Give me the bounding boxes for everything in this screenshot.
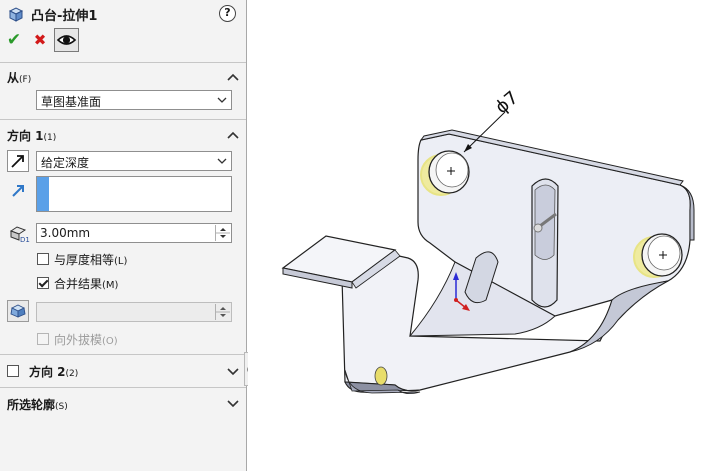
draft-icon <box>10 304 26 318</box>
extrude-boss-icon <box>8 7 24 22</box>
equal-thickness-checkbox[interactable] <box>37 253 49 265</box>
selected-contours-section-header[interactable]: 所选轮廓(S) <box>7 396 68 413</box>
separator <box>0 119 246 120</box>
sheet-metal-part-model[interactable]: ϕ7 <box>248 0 709 471</box>
chevron-down-icon <box>217 97 227 103</box>
spinner-arrows-icon <box>216 307 230 317</box>
depth-value: 3.00mm <box>40 226 91 240</box>
depth-spinner[interactable] <box>215 225 230 241</box>
chevron-down-icon[interactable] <box>226 366 240 376</box>
draft-outward-label: 向外拔模(O) <box>54 333 118 347</box>
end-condition-value: 给定深度 <box>41 156 90 170</box>
graphics-viewport[interactable]: ϕ7 <box>248 0 709 471</box>
direction-selection-box[interactable] <box>36 176 232 212</box>
detailed-preview-button[interactable] <box>54 28 79 52</box>
chevron-down-icon[interactable] <box>226 398 240 408</box>
svg-text:D1: D1 <box>20 236 30 244</box>
direction-vector-icon <box>12 185 24 197</box>
separator <box>0 387 246 388</box>
merge-result-label: 合并结果(M) <box>54 277 119 291</box>
draft-toggle-button[interactable] <box>7 300 29 322</box>
direction1-section-header[interactable]: 方向 1(1) <box>7 127 56 144</box>
diameter-dimension-label[interactable]: ϕ7 <box>491 87 522 118</box>
equal-thickness-label: 与厚度相等(L) <box>54 253 128 267</box>
depth-icon: D1 <box>9 226 30 244</box>
end-condition-dropdown[interactable]: 给定深度 <box>36 151 232 171</box>
ok-button[interactable]: ✔ <box>5 31 23 49</box>
property-manager-panel: 凸台-拉伸1 ? ✔ ✖ 从(F) 草图基准面 方向 1(1) 给定深度 D1 … <box>0 0 247 471</box>
panel-title: 凸台-拉伸1 <box>31 9 98 24</box>
separator <box>0 354 246 355</box>
start-condition-dropdown[interactable]: 草图基准面 <box>36 90 232 110</box>
draft-outward-checkbox[interactable] <box>37 333 49 345</box>
depth-input[interactable]: 3.00mm <box>36 223 232 243</box>
reverse-direction-button[interactable] <box>7 150 29 172</box>
help-button[interactable]: ? <box>219 5 236 22</box>
chevron-up-icon[interactable] <box>226 72 240 82</box>
reverse-direction-icon <box>11 155 24 168</box>
from-section-header[interactable]: 从(F) <box>7 69 31 86</box>
spinner-arrows-icon <box>216 228 230 238</box>
direction2-checkbox[interactable] <box>7 365 19 377</box>
cancel-button[interactable]: ✖ <box>31 31 49 49</box>
separator <box>0 62 246 63</box>
draft-angle-input[interactable] <box>36 302 232 322</box>
direction2-section-header[interactable]: 方向 2(2) <box>29 363 78 380</box>
draft-angle-spinner[interactable] <box>215 304 230 320</box>
start-condition-value: 草图基准面 <box>41 95 102 109</box>
selection-focus-bar <box>37 177 49 211</box>
chevron-down-icon <box>217 158 227 164</box>
chevron-up-icon[interactable] <box>226 130 240 140</box>
panel-title-row: 凸台-拉伸1 ? <box>0 0 247 28</box>
eye-icon <box>56 35 77 45</box>
merge-result-checkbox[interactable] <box>37 277 49 289</box>
